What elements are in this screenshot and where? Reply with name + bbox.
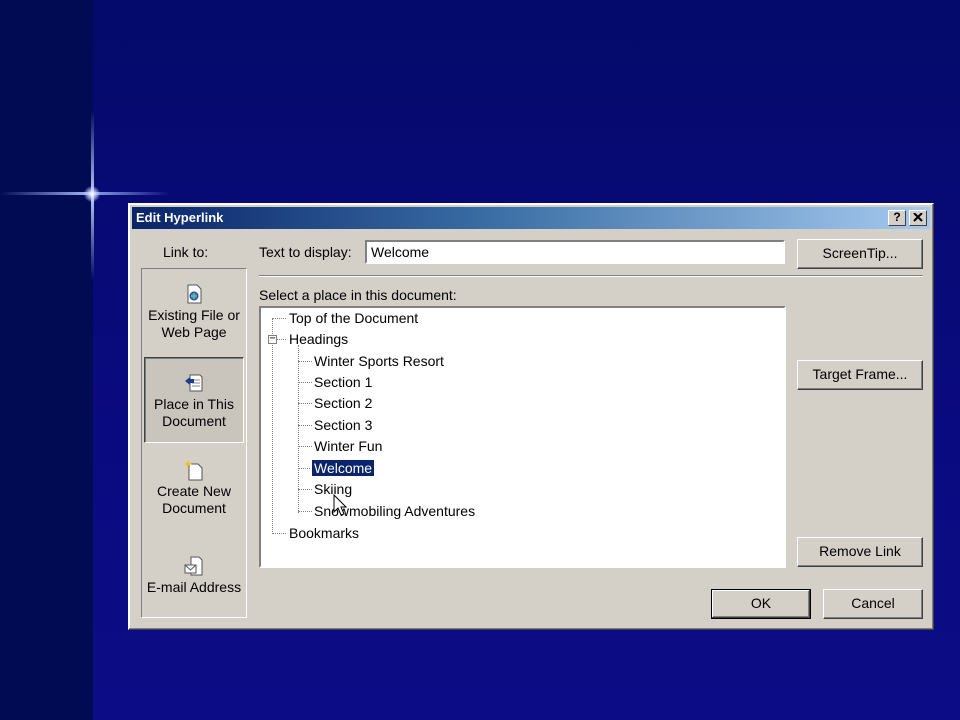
existing-file-label-1: Existing File or [148,307,240,323]
existing-file-button[interactable]: Existing File or Web Page [144,283,244,341]
tree-line-root [272,318,273,534]
tree-line-child [298,489,312,490]
tree-item-label: Top of the Document [289,310,419,326]
document-place-tree[interactable]: Top of the Document − Headings Winter Sp… [259,306,786,568]
create-new-document-icon [184,460,203,481]
close-icon [913,212,923,222]
tree-line-bookmarks [272,533,286,534]
remove-link-button[interactable]: Remove Link [797,537,923,567]
place-in-document-icon [185,374,203,392]
tree-item-label: Bookmarks [289,525,360,541]
tree-item-top-of-document[interactable]: Top of the Document [287,308,420,328]
existing-file-label-2: Web Page [161,324,227,340]
tree-line-headings [277,339,286,340]
tree-item-label: Welcome [310,459,376,477]
tree-item-heading[interactable]: Section 3 [312,415,374,435]
target-frame-button[interactable]: Target Frame... [797,360,923,390]
tree-item-bookmarks[interactable]: Bookmarks [287,523,361,543]
edit-hyperlink-dialog: Edit Hyperlink ? Link to: Existing File … [128,203,934,630]
tree-item-heading[interactable]: Winter Fun [312,436,384,456]
create-new-document-label-2: Document [162,500,226,516]
tree-line-child [298,425,312,426]
tree-item-label: Winter Fun [314,438,383,454]
text-to-display-input[interactable]: Welcome [365,240,785,264]
tree-line-child [298,511,312,512]
existing-file-icon [187,284,202,304]
tree-line-child [298,446,312,447]
mouse-pointer-icon [333,494,348,516]
desktop-left-panel [0,0,93,720]
tree-item-heading[interactable]: Section 1 [312,372,374,392]
create-new-document-label-1: Create New [157,483,231,499]
separator [259,275,923,277]
tree-line-child [298,382,312,383]
tree-item-label: Headings [289,331,349,347]
email-address-button[interactable]: E-mail Address [144,555,244,596]
tree-item-label: Section 3 [314,417,373,433]
create-new-document-button[interactable]: Create New Document [144,459,244,517]
tree-line-child [298,468,312,469]
tree-item-heading-selected[interactable]: Welcome [310,458,376,478]
tree-item-heading[interactable]: Winter Sports Resort [312,351,446,371]
cancel-button[interactable]: Cancel [823,589,923,619]
place-in-document-label-1: Place in This [154,396,234,412]
screentip-button[interactable]: ScreenTip... [797,239,923,269]
place-in-document-label-2: Document [162,413,226,429]
tree-line-child [298,361,312,362]
tree-line-top [272,318,286,319]
ok-button[interactable]: OK [711,589,811,619]
dialog-title: Edit Hyperlink [136,210,224,225]
tree-item-heading[interactable]: Section 2 [312,393,374,413]
tree-line-child [298,403,312,404]
place-in-document-button[interactable]: Place in This Document [144,357,244,443]
select-place-label: Select a place in this document: [259,287,457,303]
email-address-label: E-mail Address [146,579,242,595]
link-to-places-bar: Existing File or Web Page Place in This … [141,268,247,618]
tree-item-label: Winter Sports Resort [314,353,444,369]
tree-line-headings-children [298,345,299,513]
link-to-label: Link to: [163,244,209,260]
light-flare-core [84,186,100,202]
title-bar[interactable]: Edit Hyperlink ? [132,207,930,229]
help-button[interactable]: ? [888,210,906,226]
tree-item-label: Section 2 [314,395,373,411]
tree-item-headings[interactable]: Headings [287,329,350,349]
collapse-icon[interactable]: − [268,334,277,344]
tree-item-label: Section 1 [314,374,373,390]
email-address-icon [184,556,203,576]
text-to-display-label: Text to display: [259,244,352,260]
close-button[interactable] [909,210,927,226]
